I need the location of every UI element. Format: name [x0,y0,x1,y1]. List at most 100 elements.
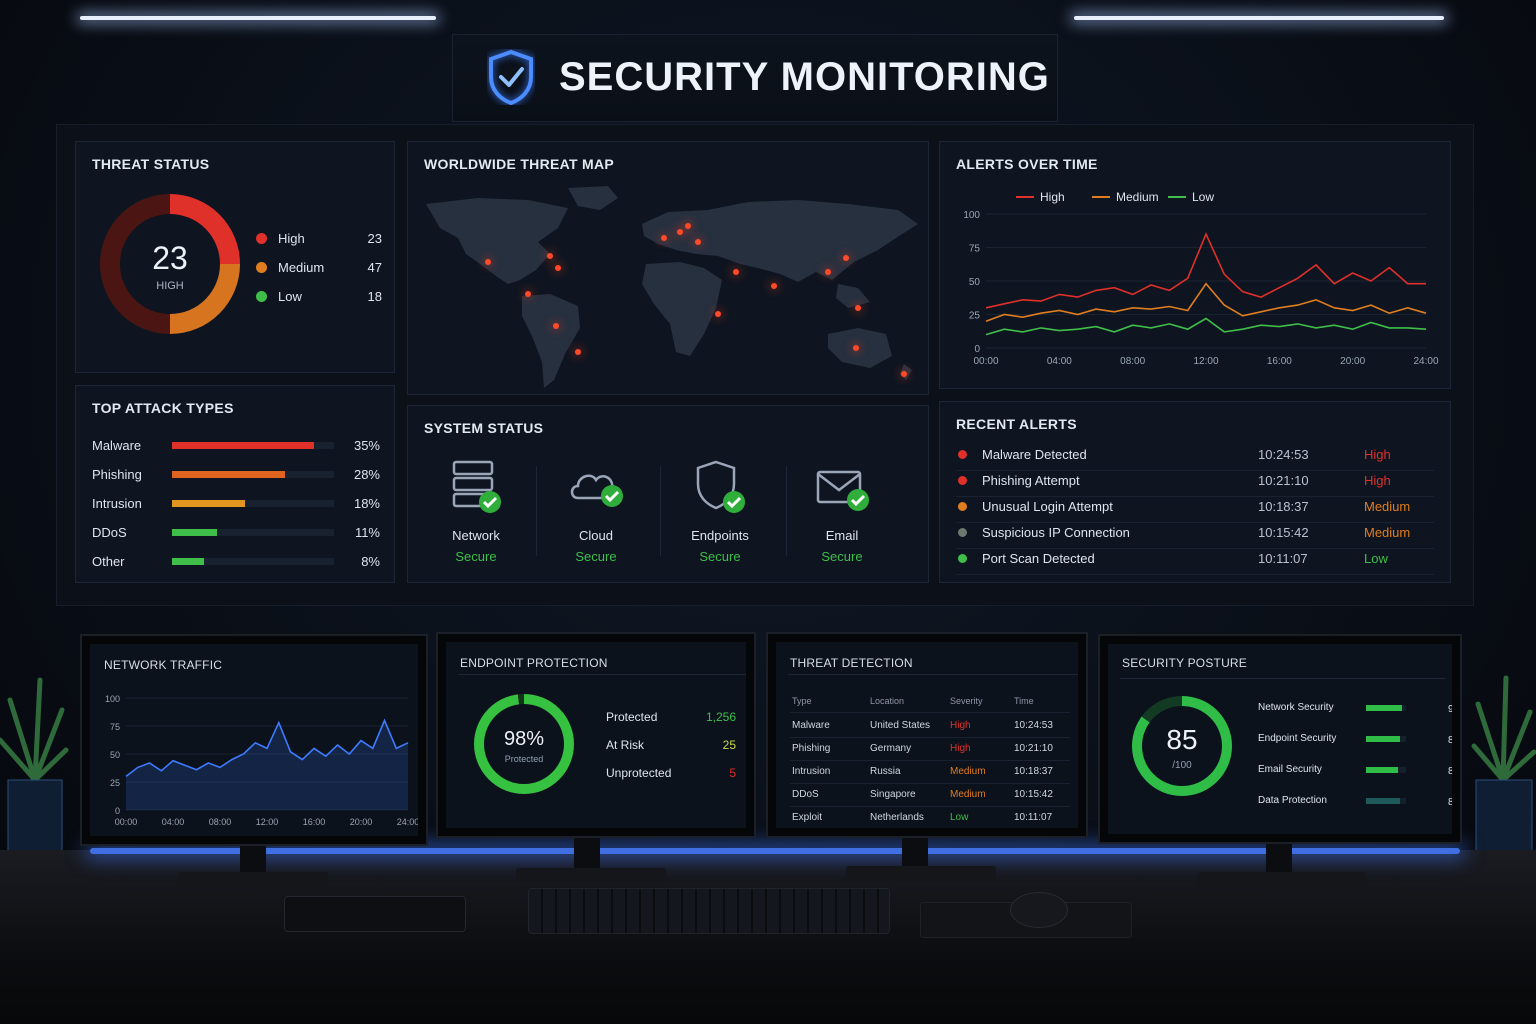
attack-bar-track [172,442,334,449]
table-cell-severity: Low [950,812,969,823]
mouse[interactable] [1010,892,1068,928]
legend-value: 47 [367,260,382,275]
keyboard[interactable] [528,888,890,934]
divider [1120,678,1446,679]
table-cell-location: Singapore [870,789,916,800]
y-tick-label: 0 [974,344,980,355]
alert-name: Suspicious IP Connection [982,525,1130,540]
x-tick-label: 12:00 [1193,356,1218,367]
x-tick-label: 24:00 [1413,356,1438,367]
table-cell-location: United States [870,720,931,731]
attack-bar-track [172,500,334,507]
system-status-text: Secure [821,549,863,564]
monitor-screen: NETWORK TRAFFIC 0 25 50 75 100 00:00 04:00 08:0… [90,644,418,836]
alert-name: Port Scan Detected [982,551,1095,566]
posture-label: Email Security [1258,764,1322,775]
posture-percent: 85% [1447,797,1452,808]
alert-row[interactable]: Malware Detected 10:24:53 High [956,446,1434,471]
x-tick-label: 00:00 [973,356,998,367]
table-cell-type: Malware [792,720,830,731]
severity-dot [958,502,967,511]
threat-map-title: WORLDWIDE THREAT MAP [424,156,615,172]
attack-type-row: Phishing 28% [92,465,380,485]
system-status-title: SYSTEM STATUS [424,420,544,436]
system-name: Network [452,528,500,543]
endpoint-stat-label: Unprotected [606,766,672,780]
alert-severity: High [1364,447,1391,462]
threat-map-panel: WORLDWIDE THREAT MAP [407,141,929,395]
table-row-divider [790,737,1070,738]
y-tick-label: 0 [115,806,120,816]
y-tick-label: 75 [110,722,120,732]
system-status-text: Secure [575,549,617,564]
x-tick-label: 20:00 [1340,356,1365,367]
posture-percent: 85% [1447,735,1452,746]
alert-severity: Low [1364,551,1388,566]
table-cell-location: Russia [870,766,901,777]
alert-row[interactable]: Port Scan Detected 10:11:07 Low [956,550,1434,575]
endpoint-protection-title: ENDPOINT PROTECTION [460,656,608,670]
x-tick-label: 04:00 [1047,356,1072,367]
x-tick-label: 12:00 [256,817,279,827]
endpoint-stat-label: At Risk [606,738,645,752]
severity-dot [958,476,967,485]
posture-bar-track [1366,798,1406,804]
posture-bar-track [1366,705,1406,711]
table-row-divider [790,760,1070,761]
posture-bar-fill [1366,767,1398,773]
system-status-panel: SYSTEM STATUS Network Secure Cloud Secur… [407,405,929,583]
attack-type-label: Malware [92,438,142,453]
wall-display: THREAT STATUS 23 HIGH High 23 Medium 47 … [56,124,1474,606]
world-map [426,186,918,388]
recent-alerts-title: RECENT ALERTS [956,416,1077,432]
y-tick-label: 100 [105,694,120,704]
alert-row[interactable]: Suspicious IP Connection 10:15:42 Medium [956,524,1434,549]
table-cell-type: Exploit [792,812,823,823]
table-cell-severity: High [950,743,971,754]
attack-bar-track [172,471,334,478]
posture-label: Endpoint Security [1258,733,1337,744]
envelope-icon [816,470,869,511]
monitor-base [178,872,328,886]
legend-label: Low [278,289,302,304]
system-network[interactable]: Network Secure [416,458,536,578]
high-dot [256,233,267,244]
posture-bar-fill [1366,736,1400,742]
posture-bar-fill [1366,798,1400,804]
alert-row[interactable]: Unusual Login Attempt 10:18:37 Medium [956,498,1434,523]
threat-detection-title: THREAT DETECTION [790,656,913,670]
alert-row[interactable]: Phishing Attempt 10:21:10 High [956,472,1434,497]
legend-label: Low [1192,190,1214,204]
attack-bar-fill [172,529,217,536]
system-cloud[interactable]: Cloud Secure [536,458,656,578]
server-icon [452,460,501,513]
monitor-endpoint-protection: ENDPOINT PROTECTION 98% Protected Protec… [436,632,756,838]
medium-dot [256,262,267,273]
threat-donut-value: 23 [152,240,188,276]
divider [790,712,1070,713]
mini-pc [284,896,466,932]
network-traffic-chart: 0 25 50 75 100 00:00 04:00 08:00 12:00 16:00 20:00… [105,694,418,827]
table-cell-severity: Medium [950,789,986,800]
threat-status-title: THREAT STATUS [92,156,210,172]
severity-dot [958,554,967,563]
recent-alerts-panel: RECENT ALERTS Malware Detected 10:24:53 Hi… [939,401,1451,583]
posture-bar-fill [1366,705,1402,711]
alert-name: Malware Detected [982,447,1087,462]
system-status-text: Secure [455,549,497,564]
endpoint-stat-row: At Risk 25 [606,738,736,754]
x-tick-label: 08:00 [209,817,232,827]
low-dot [256,291,267,302]
x-tick-label: 00:00 [115,817,138,827]
posture-bar-track [1366,736,1406,742]
severity-dot [958,450,967,459]
shield-icon [696,460,745,513]
attack-bar-fill [172,442,314,449]
plant-right [1471,675,1536,860]
page-title: SECURITY MONITORING [559,55,1050,99]
table-cell-type: DDoS [792,789,819,800]
attack-types-title: TOP ATTACK TYPES [92,400,234,416]
attack-type-label: DDoS [92,525,127,540]
system-email[interactable]: Email Secure [782,458,902,578]
system-endpoints[interactable]: Endpoints Secure [660,458,780,578]
